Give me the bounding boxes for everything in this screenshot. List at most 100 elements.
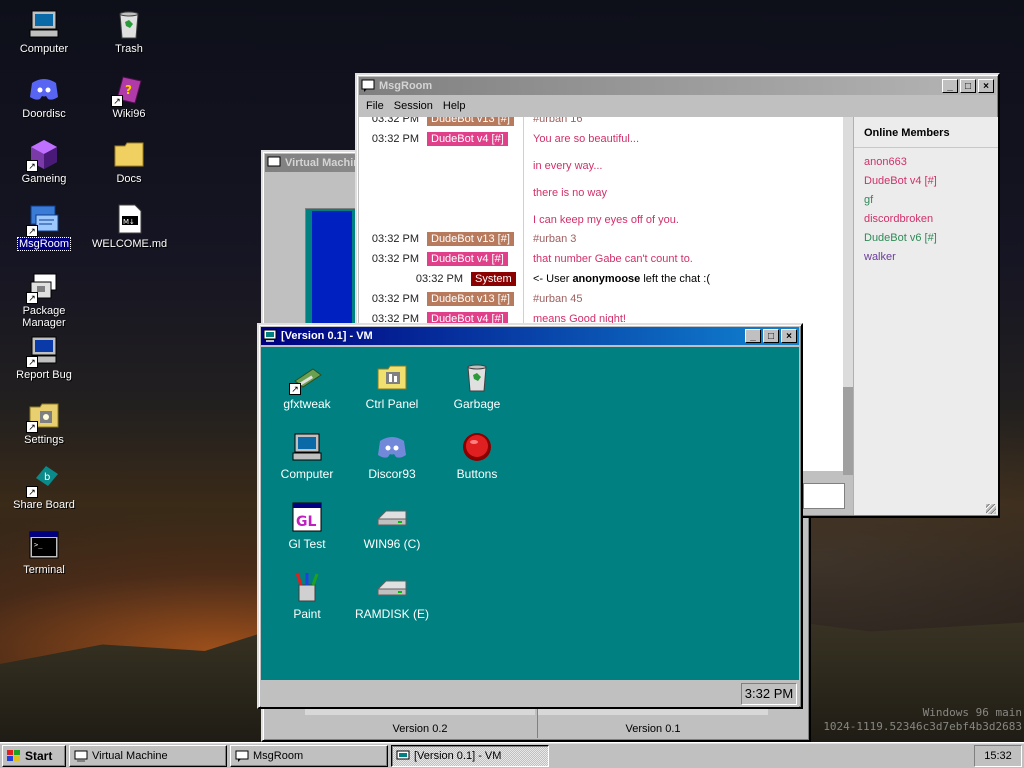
- menu-session[interactable]: Session: [389, 100, 438, 112]
- vm-icon-label: Computer: [280, 467, 334, 481]
- start-logo-icon: [7, 749, 21, 762]
- gfxtweak-icon: [289, 361, 323, 395]
- chat-message-meta: 03:32 PM DudeBot v13 [#]: [359, 291, 514, 307]
- msgroom-titlebar[interactable]: MsgRoom _ □ ×: [359, 77, 996, 95]
- chat-message-meta: 03:32 PM DudeBot v13 [#]: [359, 231, 514, 247]
- vm-window-icon: [396, 750, 410, 762]
- message-text-suffix: left the chat :(: [640, 273, 710, 285]
- vm-icon-computer[interactable]: Computer: [267, 431, 347, 481]
- vm-tab-preview-strip: [305, 709, 535, 715]
- recycle-bin-icon: [461, 361, 493, 393]
- online-member[interactable]: discordbroken: [864, 213, 998, 225]
- vm-icon-paint[interactable]: Paint: [267, 571, 347, 621]
- chat-message-meta: 03:32 PM DudeBot v13 [#]: [359, 117, 514, 127]
- vm-title: [Version 0.1] - VM: [281, 330, 373, 342]
- desktop-icon-gameing[interactable]: Gameing: [6, 138, 82, 185]
- drive-icon: [376, 501, 408, 533]
- taskbar-item-msgroom[interactable]: MsgRoom: [230, 744, 388, 767]
- chat-message-meta: 03:32 PM DudeBot v4 [#]: [359, 251, 508, 267]
- message-text-prefix: <- User: [533, 273, 573, 285]
- drive-icon: [376, 571, 408, 603]
- desktop-icon-report-bug[interactable]: Report Bug: [6, 334, 82, 381]
- message-text: there is no way: [533, 187, 607, 199]
- vm-icon-ramdisk-e[interactable]: RAMDISK (E): [352, 571, 432, 621]
- red-button-icon: [461, 431, 493, 463]
- menu-file[interactable]: File: [361, 100, 389, 112]
- svg-text:GL: GL: [296, 514, 316, 530]
- vm-icon-discor93[interactable]: Discor93: [352, 431, 432, 481]
- close-button[interactable]: ×: [781, 329, 797, 343]
- online-member[interactable]: DudeBot v4 [#]: [864, 175, 998, 187]
- desktop-icon-computer[interactable]: Computer: [6, 8, 82, 55]
- vm-screen[interactable]: gfxtweak Ctrl Panel Garbage Computer Dis…: [261, 347, 799, 680]
- taskbar-item-label: Virtual Machine: [92, 749, 168, 762]
- start-button[interactable]: Start: [2, 744, 66, 767]
- chat-scrollbar-thumb[interactable]: [843, 387, 853, 475]
- desktop-icon-wiki96[interactable]: ? Wiki96: [91, 73, 167, 120]
- vm-tab-version-0-2[interactable]: Version 0.2: [305, 708, 535, 738]
- message-text: <- User anonymoose left the chat :(: [533, 273, 710, 285]
- vm-icon-gl-test[interactable]: GL Gl Test: [267, 501, 347, 551]
- desktop-icon-settings[interactable]: Settings: [6, 399, 82, 446]
- vm-icon-garbage[interactable]: Garbage: [437, 361, 517, 411]
- close-button[interactable]: ×: [978, 79, 994, 93]
- maximize-button[interactable]: □: [960, 79, 976, 93]
- desktop-icon-msgroom[interactable]: MsgRoom: [6, 203, 82, 251]
- chat-scrollbar[interactable]: [843, 117, 853, 475]
- system-tray-clock[interactable]: 15:32: [974, 744, 1022, 767]
- message-text: You are so beautiful...: [533, 133, 640, 145]
- chat-icon: [26, 203, 60, 237]
- desktop-icon-share-board[interactable]: b Share Board: [6, 464, 82, 511]
- message-username[interactable]: DudeBot v4 [#]: [427, 132, 508, 146]
- settings-icon: [26, 399, 60, 433]
- vm-icon-buttons[interactable]: Buttons: [437, 431, 517, 481]
- online-member[interactable]: gf: [864, 194, 998, 206]
- minimize-button[interactable]: _: [745, 329, 761, 343]
- vm-tab-label: Version 0.1: [625, 723, 681, 735]
- desktop-icon-welcome-md[interactable]: M↓ WELCOME.md: [91, 203, 167, 250]
- chat-message-input[interactable]: [803, 483, 845, 509]
- vm-tab-version-0-1[interactable]: Version 0.1: [537, 708, 768, 738]
- vm-icon-label: Ctrl Panel: [365, 397, 419, 411]
- online-member[interactable]: anon663: [864, 156, 998, 168]
- online-member[interactable]: walker: [864, 251, 998, 263]
- taskbar-item-label: MsgRoom: [253, 749, 304, 762]
- message-username[interactable]: DudeBot v13 [#]: [427, 292, 514, 306]
- build-watermark: Windows 96 main 1024-1119.52346c3d7ebf4b…: [823, 706, 1022, 734]
- taskbar-item-vm[interactable]: [Version 0.1] - VM: [391, 744, 549, 767]
- message-username[interactable]: System: [471, 272, 516, 286]
- desktop-icon-trash[interactable]: Trash: [91, 8, 167, 55]
- maximize-button[interactable]: □: [763, 329, 779, 343]
- message-text: that number Gabe can't count to.: [533, 253, 693, 265]
- vm-icon-label: RAMDISK (E): [354, 607, 429, 621]
- package-icon: [26, 270, 60, 304]
- message-text: #urban 16: [533, 117, 583, 125]
- desktop-icon-terminal[interactable]: >_ Terminal: [6, 529, 82, 576]
- svg-text:b: b: [44, 472, 50, 483]
- desktop-icon-doordisc[interactable]: Doordisc: [6, 73, 82, 120]
- vm-window[interactable]: [Version 0.1] - VM _ □ × gfxtweak Ctrl P…: [257, 323, 803, 709]
- vm-icon-ctrl-panel[interactable]: Ctrl Panel: [352, 361, 432, 411]
- vm-window-icon: [267, 156, 281, 170]
- minimize-button[interactable]: _: [942, 79, 958, 93]
- computer-icon: [291, 431, 323, 463]
- online-member[interactable]: DudeBot v6 [#]: [864, 232, 998, 244]
- message-username[interactable]: DudeBot v4 [#]: [427, 252, 508, 266]
- resize-grip[interactable]: [986, 504, 996, 514]
- message-username[interactable]: DudeBot v13 [#]: [427, 232, 514, 246]
- desktop-icon-docs[interactable]: Docs: [91, 138, 167, 185]
- desktop-icon-package-manager[interactable]: Package Manager: [6, 270, 82, 329]
- vm-tab-label: Version 0.2: [392, 723, 448, 735]
- taskbar-item-virtual-machine[interactable]: Virtual Machine: [69, 744, 227, 767]
- vm-icon-win96-c[interactable]: WIN96 (C): [352, 501, 432, 551]
- message-username[interactable]: DudeBot v13 [#]: [427, 117, 514, 126]
- vm-icon-gfxtweak[interactable]: gfxtweak: [267, 361, 347, 411]
- online-members-title: Online Members: [854, 117, 998, 148]
- svg-text:?: ?: [125, 83, 132, 97]
- message-time: 03:32 PM: [415, 273, 463, 285]
- vm-titlebar[interactable]: [Version 0.1] - VM _ □ ×: [261, 327, 799, 345]
- terminal-icon: >_: [28, 529, 60, 561]
- vm-icon-label: Buttons: [456, 467, 498, 481]
- menu-help[interactable]: Help: [438, 100, 471, 112]
- vm-icon-label: Gl Test: [288, 537, 326, 551]
